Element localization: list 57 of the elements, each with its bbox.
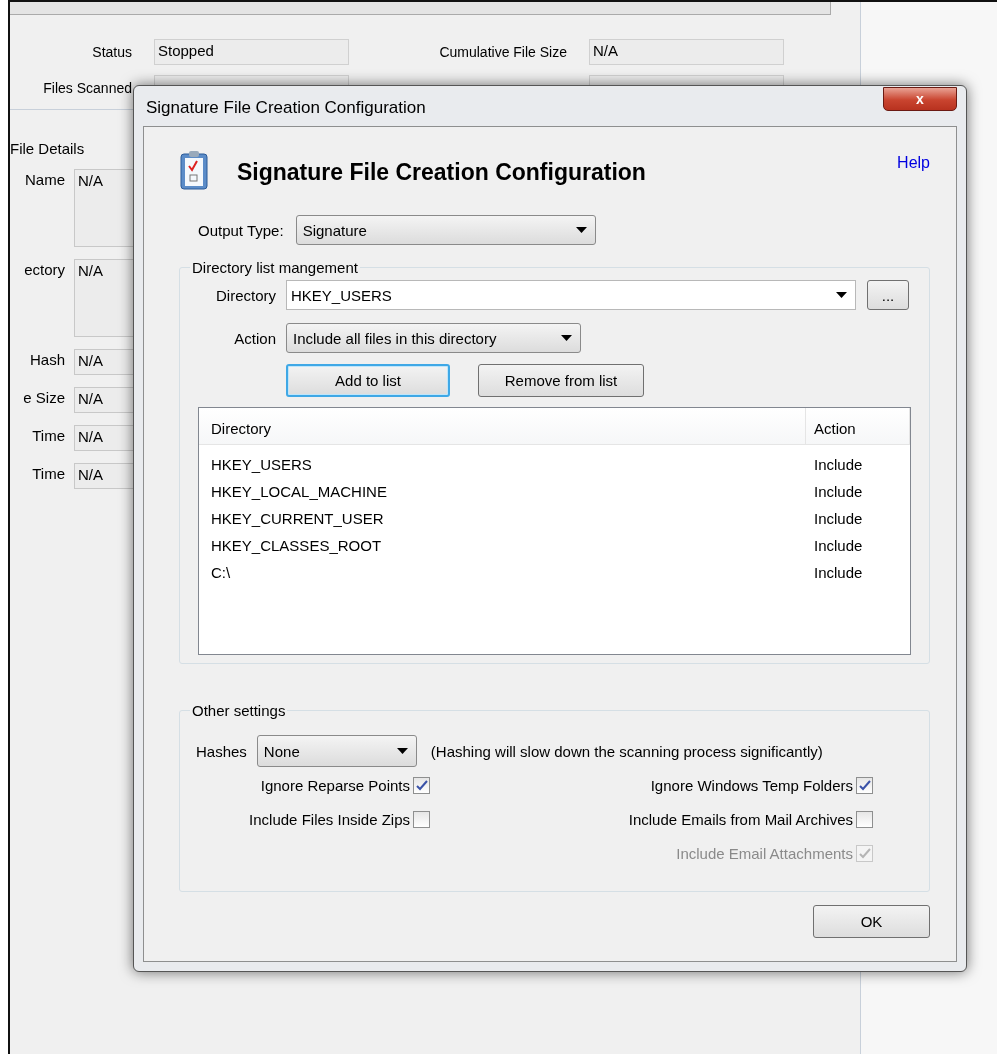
field-label: Action <box>233 329 277 347</box>
list-cell-text: Include <box>813 510 864 527</box>
browse-button[interactable]: ... <box>867 280 909 310</box>
field-label: Hashes <box>196 742 247 760</box>
window-title: Signature File Creation Configuration <box>145 97 426 118</box>
hint-text: (Hashing will slow down the scanning process significantly) <box>430 742 823 760</box>
list-cell-text: HKEY_CURRENT_USER <box>210 510 385 527</box>
caret-icon <box>575 227 587 233</box>
list-button[interactable]: Remove from list <box>478 364 644 397</box>
group-title: Other settings <box>191 702 287 719</box>
field-label: Status <box>92 44 132 60</box>
list-cell-text: Include <box>813 564 864 581</box>
list-cell-text: C:\ <box>210 564 232 581</box>
hashes-dropdown[interactable]: None <box>256 735 417 767</box>
help-link[interactable]: Help <box>897 154 930 172</box>
caret-icon <box>561 335 572 341</box>
caret-icon <box>836 292 847 298</box>
field-label: ectory <box>23 260 65 278</box>
field-label: Files Scanned <box>43 80 132 96</box>
list-cell-text: Include <box>813 456 864 473</box>
field-label: Time <box>31 426 65 444</box>
close-button[interactable]: x <box>883 87 957 111</box>
field-label: Hash <box>28 350 65 368</box>
column-header[interactable]: Action <box>806 408 910 444</box>
clipboard-icon <box>179 149 209 191</box>
field-label: Output Type: <box>198 221 284 239</box>
list-button[interactable]: Add to list <box>286 364 450 397</box>
read-only-field: Stopped <box>154 39 349 65</box>
checkbox[interactable] <box>856 811 873 828</box>
group-title: File Details <box>10 140 86 157</box>
checkbox-label: Include Email Attachments <box>676 845 853 862</box>
action-dropdown[interactable]: Include all files in this directory <box>286 323 581 353</box>
field-label: Directory <box>215 286 277 304</box>
field-label: Name <box>24 170 65 188</box>
column-header[interactable]: Directory <box>199 408 806 444</box>
list-cell-text: HKEY_USERS <box>210 456 313 473</box>
checkbox[interactable] <box>413 777 430 794</box>
checkbox-label: Ignore Reparse Points <box>260 777 410 794</box>
field-label: Cumulative File Size <box>439 44 567 60</box>
directory-combo-box[interactable]: HKEY_USERS <box>286 280 856 310</box>
list-cell-text: HKEY_LOCAL_MACHINE <box>210 483 388 500</box>
ok-button[interactable]: OK <box>813 905 930 938</box>
list-cell-text: Include <box>813 537 864 554</box>
checkbox-label: Include Emails from Mail Archives <box>628 811 853 828</box>
read-only-field: N/A <box>589 39 784 65</box>
field-label: e Size <box>22 388 65 406</box>
group-title: Directory list mangement <box>191 259 359 276</box>
list-cell-text: HKEY_CLASSES_ROOT <box>210 537 383 554</box>
caret-icon <box>396 748 408 754</box>
dialog-heading: Signature File Creation Configuration <box>237 159 647 186</box>
checkbox[interactable] <box>856 777 873 794</box>
checkbox-label: Ignore Windows Temp Folders <box>650 777 853 794</box>
field-label: Time <box>31 464 65 482</box>
checkbox[interactable] <box>413 811 430 828</box>
list-cell-text: Include <box>813 483 864 500</box>
checkbox-label: Include Files Inside Zips <box>249 811 410 828</box>
output-type-dropdown[interactable]: Signature <box>295 215 596 245</box>
